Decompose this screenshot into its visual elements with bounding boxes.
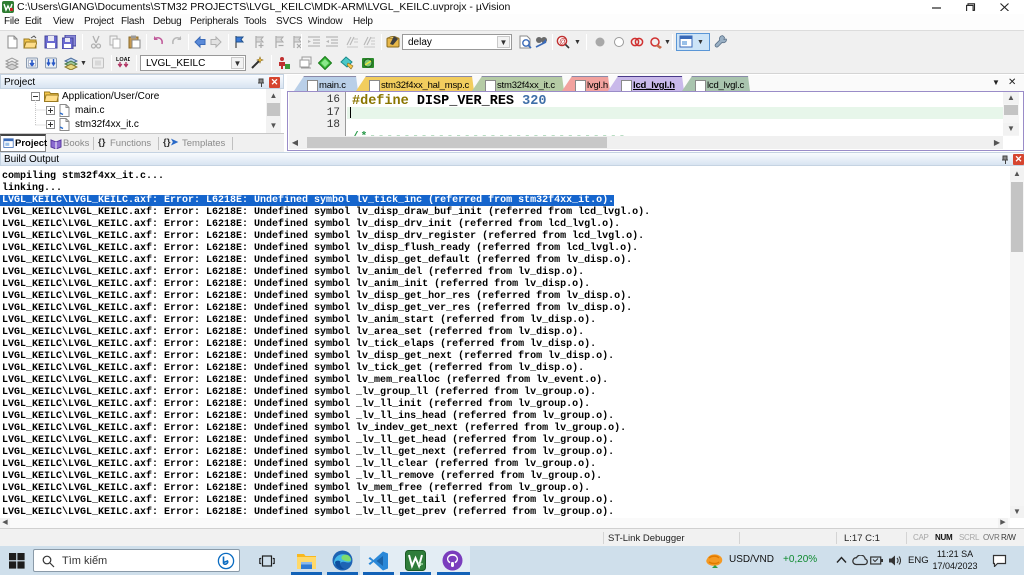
svg-text:LOAD: LOAD [116,57,130,63]
